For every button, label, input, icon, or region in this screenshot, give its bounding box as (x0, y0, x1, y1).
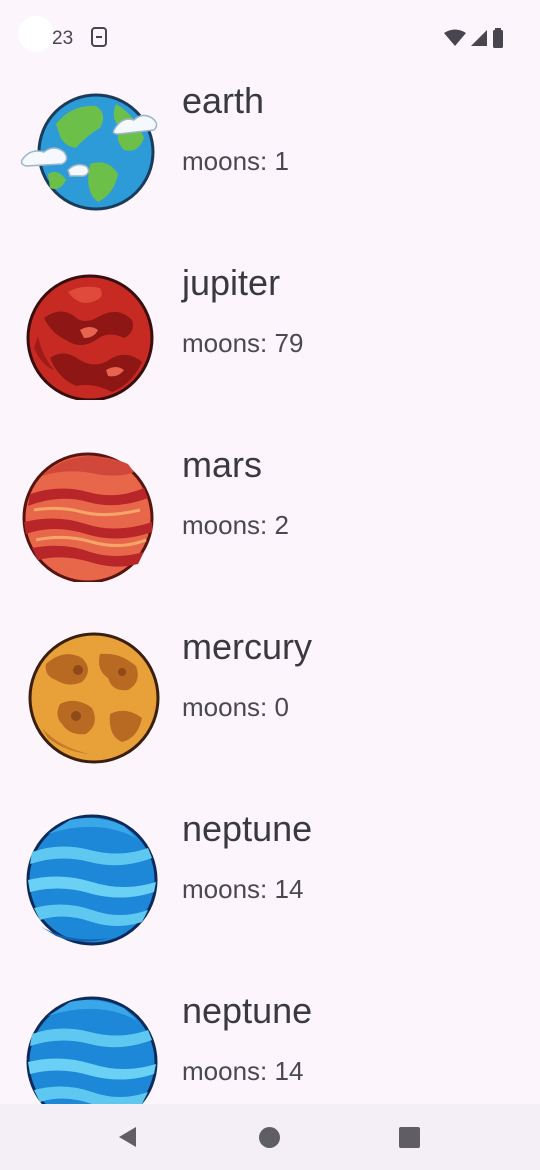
planet-moons: moons: 79 (182, 328, 304, 358)
list-item[interactable]: mercury moons: 0 (0, 622, 540, 804)
planet-name: neptune (182, 990, 313, 1031)
list-item[interactable]: neptune moons: 14 (0, 986, 540, 1104)
list-item[interactable]: neptune moons: 14 (0, 804, 540, 986)
earth-planet-icon (20, 93, 158, 211)
planet-moons: moons: 14 (182, 1056, 304, 1086)
mars-planet-icon (22, 452, 154, 582)
status-time: 23 (52, 28, 74, 49)
status-bar: 23 (0, 0, 540, 76)
list-item[interactable]: jupiter moons: 79 (0, 258, 540, 440)
jupiter-planet-icon (26, 274, 154, 400)
planet-name: earth (182, 80, 265, 121)
planet-moons: moons: 14 (182, 874, 304, 904)
recents-icon[interactable] (399, 1127, 420, 1148)
list-item[interactable]: mars moons: 2 (0, 440, 540, 622)
planet-name: neptune (182, 808, 313, 849)
back-icon[interactable] (116, 1125, 140, 1149)
home-icon[interactable] (259, 1127, 280, 1148)
camera-cutout (18, 16, 54, 52)
planet-moons: moons: 2 (182, 510, 289, 540)
neptune-planet-icon (26, 996, 158, 1104)
cell-signal-icon (471, 30, 487, 46)
status-icons (444, 28, 504, 48)
list-item[interactable]: earth moons: 1 (0, 76, 540, 258)
navigation-bar (0, 1104, 540, 1170)
planet-moons: moons: 1 (182, 146, 289, 176)
mercury-planet-icon (28, 632, 160, 764)
planet-moons: moons: 0 (182, 692, 289, 722)
wifi-icon (444, 29, 466, 46)
sim-card-icon (91, 27, 107, 47)
neptune-planet-icon (26, 814, 158, 946)
planet-name: mercury (182, 626, 313, 667)
planet-name: mars (182, 444, 262, 485)
battery-icon (493, 28, 503, 48)
planet-name: jupiter (182, 262, 281, 303)
planet-list[interactable]: earth moons: 1 jupiter moons: 79 mars mo… (0, 76, 540, 1104)
